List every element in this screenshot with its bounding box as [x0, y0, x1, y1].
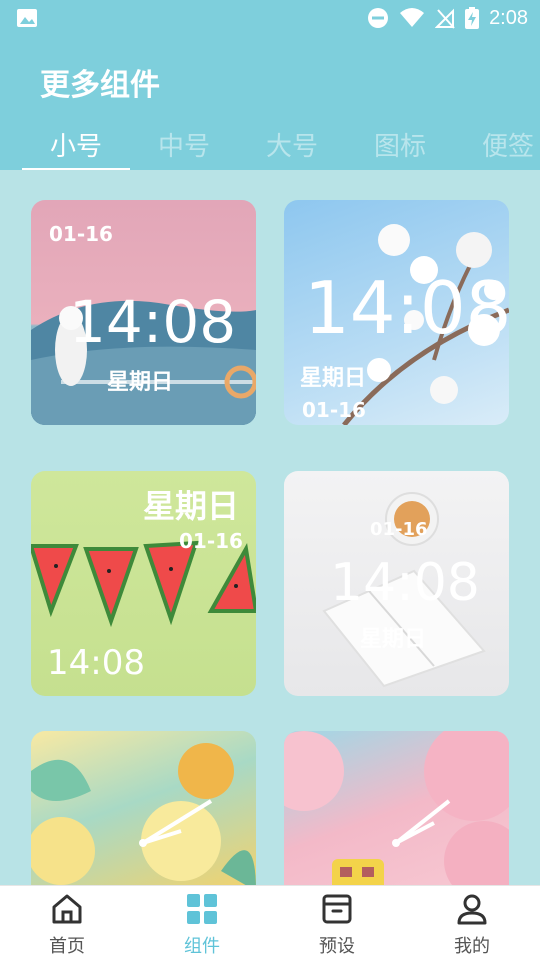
nav-presets[interactable]: 预设	[287, 890, 387, 960]
widget-weekday: 星期日	[300, 366, 367, 391]
size-tabs: 小号 中号 大号 图标 便签	[0, 120, 540, 170]
widget-weekday: 星期日	[143, 487, 240, 525]
nav-widgets[interactable]: 组件	[152, 890, 252, 960]
no-signal-icon	[435, 8, 455, 29]
image-icon	[17, 9, 37, 27]
tab-notes[interactable]: 便签	[454, 126, 540, 163]
tab-large[interactable]: 大号	[238, 126, 346, 163]
widget-card-floral-clock[interactable]	[31, 731, 256, 891]
dnd-icon	[368, 8, 389, 28]
widget-weekday: 星期日	[360, 627, 427, 652]
tab-small[interactable]: 小号	[22, 126, 130, 163]
home-icon	[52, 894, 82, 924]
nav-label: 预设	[319, 936, 355, 957]
tab-medium[interactable]: 中号	[130, 126, 238, 163]
widget-date: 01-16	[370, 519, 428, 540]
status-bar: 2:08	[0, 0, 540, 36]
widget-date: 01-16	[179, 529, 243, 553]
wifi-icon	[400, 8, 425, 27]
nav-label: 我的	[454, 936, 490, 957]
widget-time: 14:08	[330, 553, 480, 613]
widget-weekday: 星期日	[107, 370, 174, 395]
status-time: 2:08	[489, 6, 528, 29]
widget-time: 14:08	[69, 288, 237, 356]
nav-profile[interactable]: 我的	[422, 890, 522, 960]
widget-card-blossom[interactable]: 14:08 星期日 01-16	[284, 200, 509, 425]
nav-home[interactable]: 首页	[17, 890, 117, 960]
widgets-grid-icon	[187, 894, 217, 924]
page-title: 更多组件	[40, 68, 160, 103]
nav-label: 首页	[49, 936, 85, 957]
widget-time: 14:08	[304, 266, 509, 350]
widget-date: 01-16	[302, 398, 366, 422]
sakura-clock-illustration	[284, 731, 509, 891]
header-bar: 2:08 更多组件 小号 中号 大号 图标 便签	[0, 0, 540, 170]
widget-time: 14:08	[47, 643, 145, 683]
tab-icon[interactable]: 图标	[346, 126, 454, 163]
widget-card-coffee-book[interactable]: 01-16 14:08 星期日	[284, 471, 509, 696]
floral-clock-illustration	[31, 743, 256, 891]
user-icon	[457, 894, 487, 925]
battery-charging-icon	[465, 7, 480, 29]
widget-date: 01-16	[49, 222, 113, 246]
bottom-navigation: 首页 组件 预设 我的	[0, 885, 540, 960]
active-tab-indicator	[22, 168, 130, 170]
widget-card-sakura-clock[interactable]	[284, 731, 509, 891]
widget-card-watermelon[interactable]: 星期日 01-16 14:08	[31, 471, 256, 696]
archive-box-icon	[322, 894, 352, 924]
widget-card-astronaut[interactable]: 01-16 14:08 星期日	[31, 200, 256, 425]
nav-label: 组件	[184, 936, 220, 957]
